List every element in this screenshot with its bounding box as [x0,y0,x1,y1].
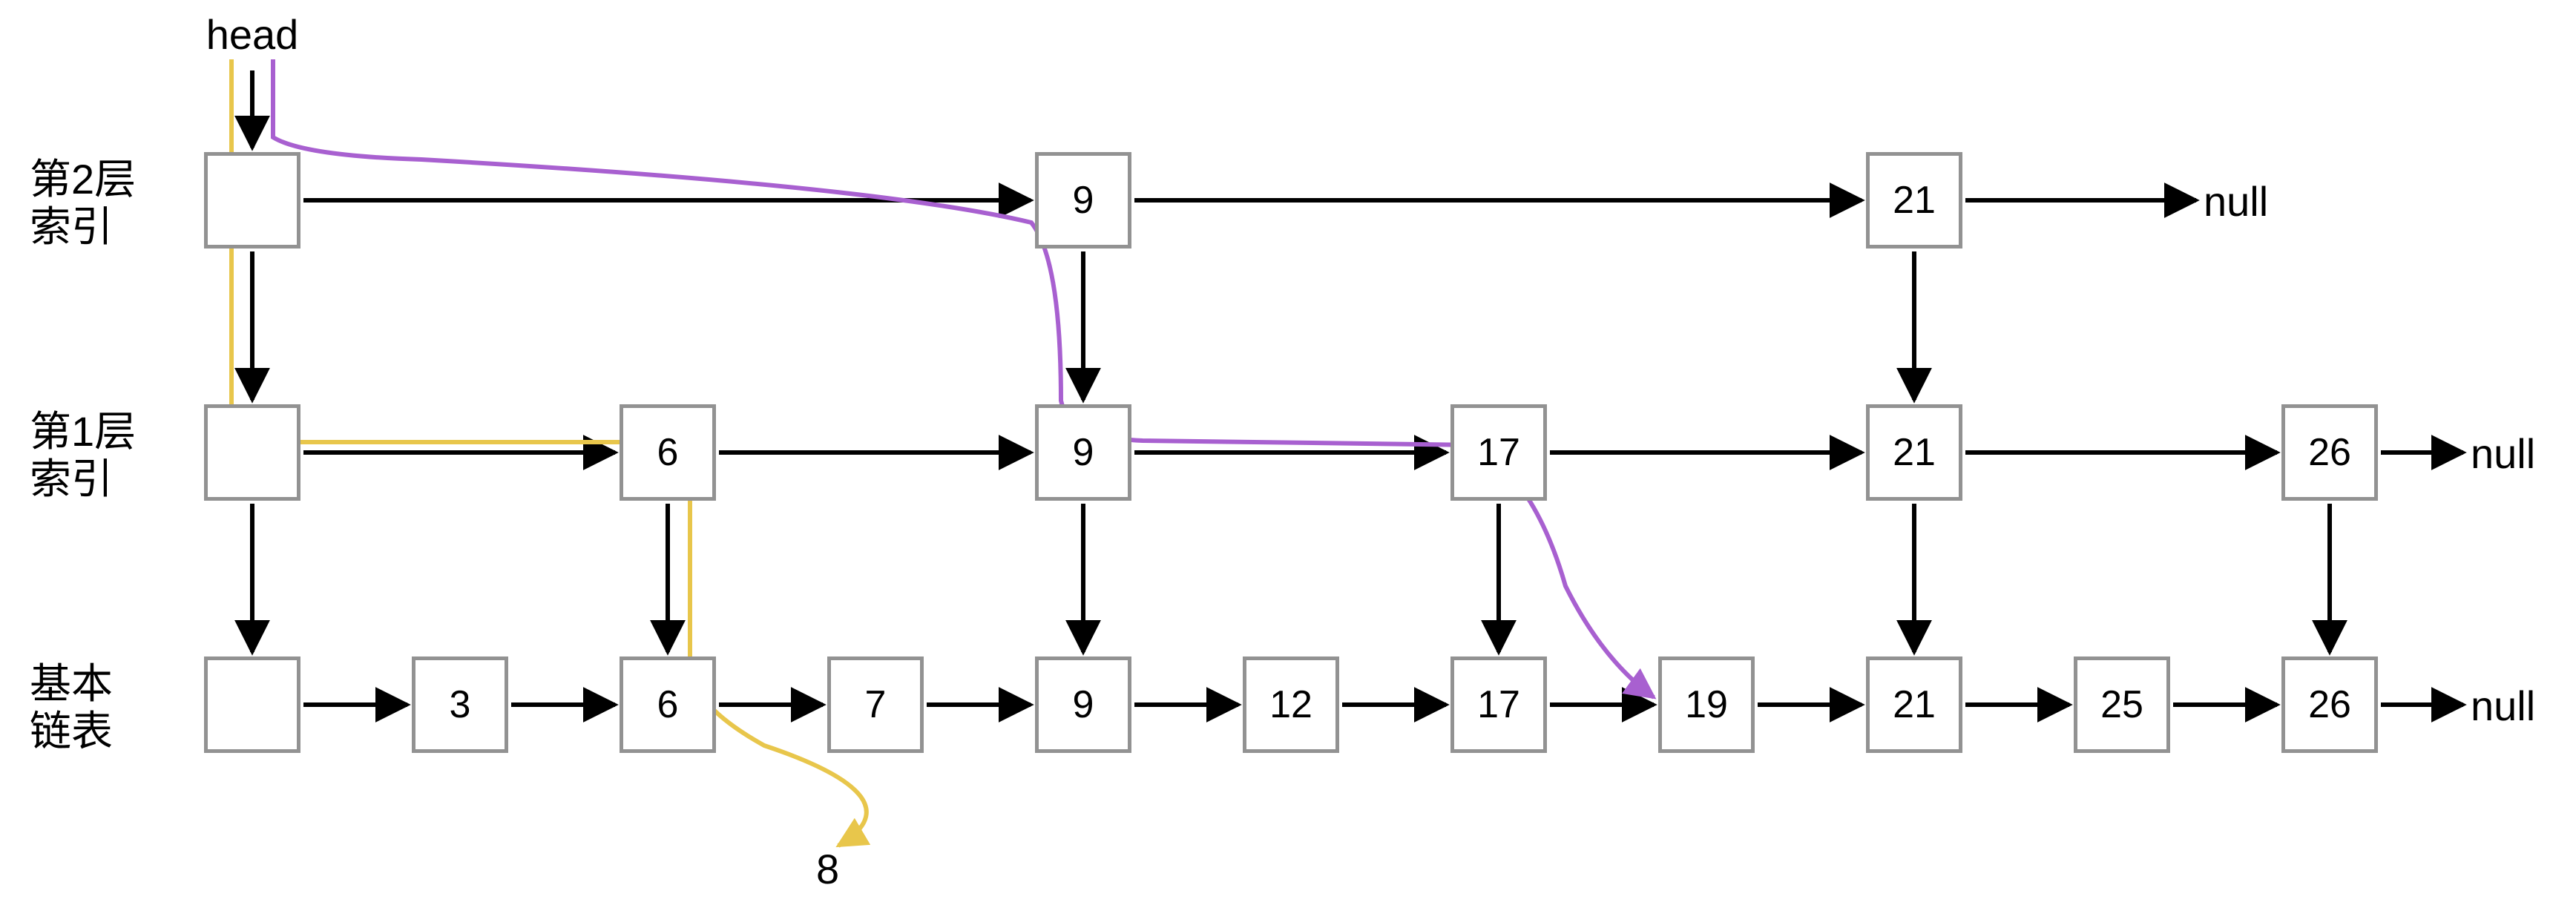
skiplist-diagram: { "labels": { "head": "head", "level2": … [0,0,2576,905]
node-9_l1: 9 [1035,404,1131,501]
node-26_l1: 26 [2281,404,2378,501]
node-17_b: 17 [1450,656,1547,753]
level2-label: 第2层 索引 [30,156,136,251]
node-7_b: 7 [827,656,924,753]
node-9_l2: 9 [1035,152,1131,249]
null-label-base: null [2471,682,2535,730]
node-21_b: 21 [1866,656,1962,753]
node-12_b: 12 [1243,656,1339,753]
head-label: head [193,11,312,59]
null-label-l1: null [2471,430,2535,478]
level1-label: 第1层 索引 [30,408,136,504]
node-head_l1 [204,404,300,501]
node-9_b: 9 [1035,656,1131,753]
node-3_b: 3 [412,656,508,753]
node-17_l1: 17 [1450,404,1547,501]
null-label-l2: null [2204,178,2268,226]
node-25_b: 25 [2074,656,2170,753]
node-head_l2 [204,152,300,249]
node-26_b: 26 [2281,656,2378,753]
node-6_b: 6 [620,656,716,753]
base-level-label: 基本 链表 [30,660,113,756]
node-6_l1: 6 [620,404,716,501]
node-head_b [204,656,300,753]
node-21_l2: 21 [1866,152,1962,249]
insert-value-label: 8 [816,846,839,893]
arrows-overlay [0,0,2576,905]
node-19_b: 19 [1658,656,1755,753]
node-21_l1: 21 [1866,404,1962,501]
